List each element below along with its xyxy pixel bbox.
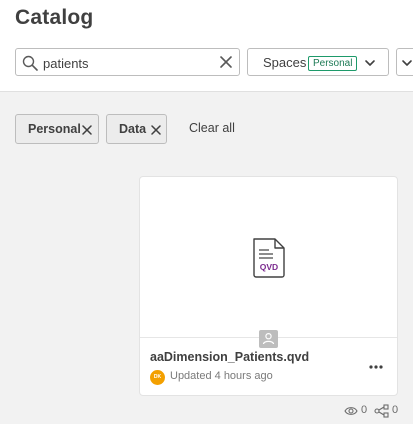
chevron-down-icon [365, 60, 375, 66]
chip-label: Personal [28, 122, 81, 136]
qvd-file-icon: QVD [253, 238, 285, 278]
close-icon[interactable] [82, 125, 92, 135]
item-name: aaDimension_Patients.qvd [150, 350, 310, 364]
eye-icon [344, 407, 358, 415]
owner-avatar [259, 330, 278, 348]
next-filter-dropdown[interactable] [396, 48, 413, 76]
search-icon [22, 55, 38, 71]
clear-search-icon[interactable] [219, 55, 233, 69]
spaces-selected-badge: Personal [308, 56, 358, 71]
chip-label: Data [119, 122, 147, 136]
catalog-header: Catalog Spaces Personal [0, 0, 413, 92]
chevron-down-icon [402, 60, 412, 66]
spaces-filter-dropdown[interactable]: Spaces Personal [247, 48, 389, 76]
updated-timestamp: Updated 4 hours ago [170, 370, 273, 382]
filter-chip-personal[interactable]: Personal [15, 114, 99, 144]
card-preview: QVD [140, 177, 397, 338]
search-box[interactable] [15, 48, 240, 76]
page-title: Catalog [15, 6, 94, 29]
search-input[interactable] [43, 53, 213, 73]
clear-all-button[interactable]: Clear all [189, 121, 235, 135]
views-count: 0 [361, 404, 368, 416]
lineage-count: 0 [392, 404, 399, 416]
owner-initials-badge: DK [150, 370, 165, 385]
catalog-item-card[interactable]: QVD aaDimension_Patients.qvd DK Updated … [139, 176, 398, 396]
filter-chip-data[interactable]: Data [106, 114, 167, 144]
lineage-icon [374, 404, 389, 418]
user-icon [262, 332, 275, 345]
more-icon[interactable] [368, 363, 384, 371]
close-icon[interactable] [151, 125, 161, 135]
file-type-label: QVD [260, 262, 278, 272]
spaces-label: Spaces [263, 55, 307, 70]
